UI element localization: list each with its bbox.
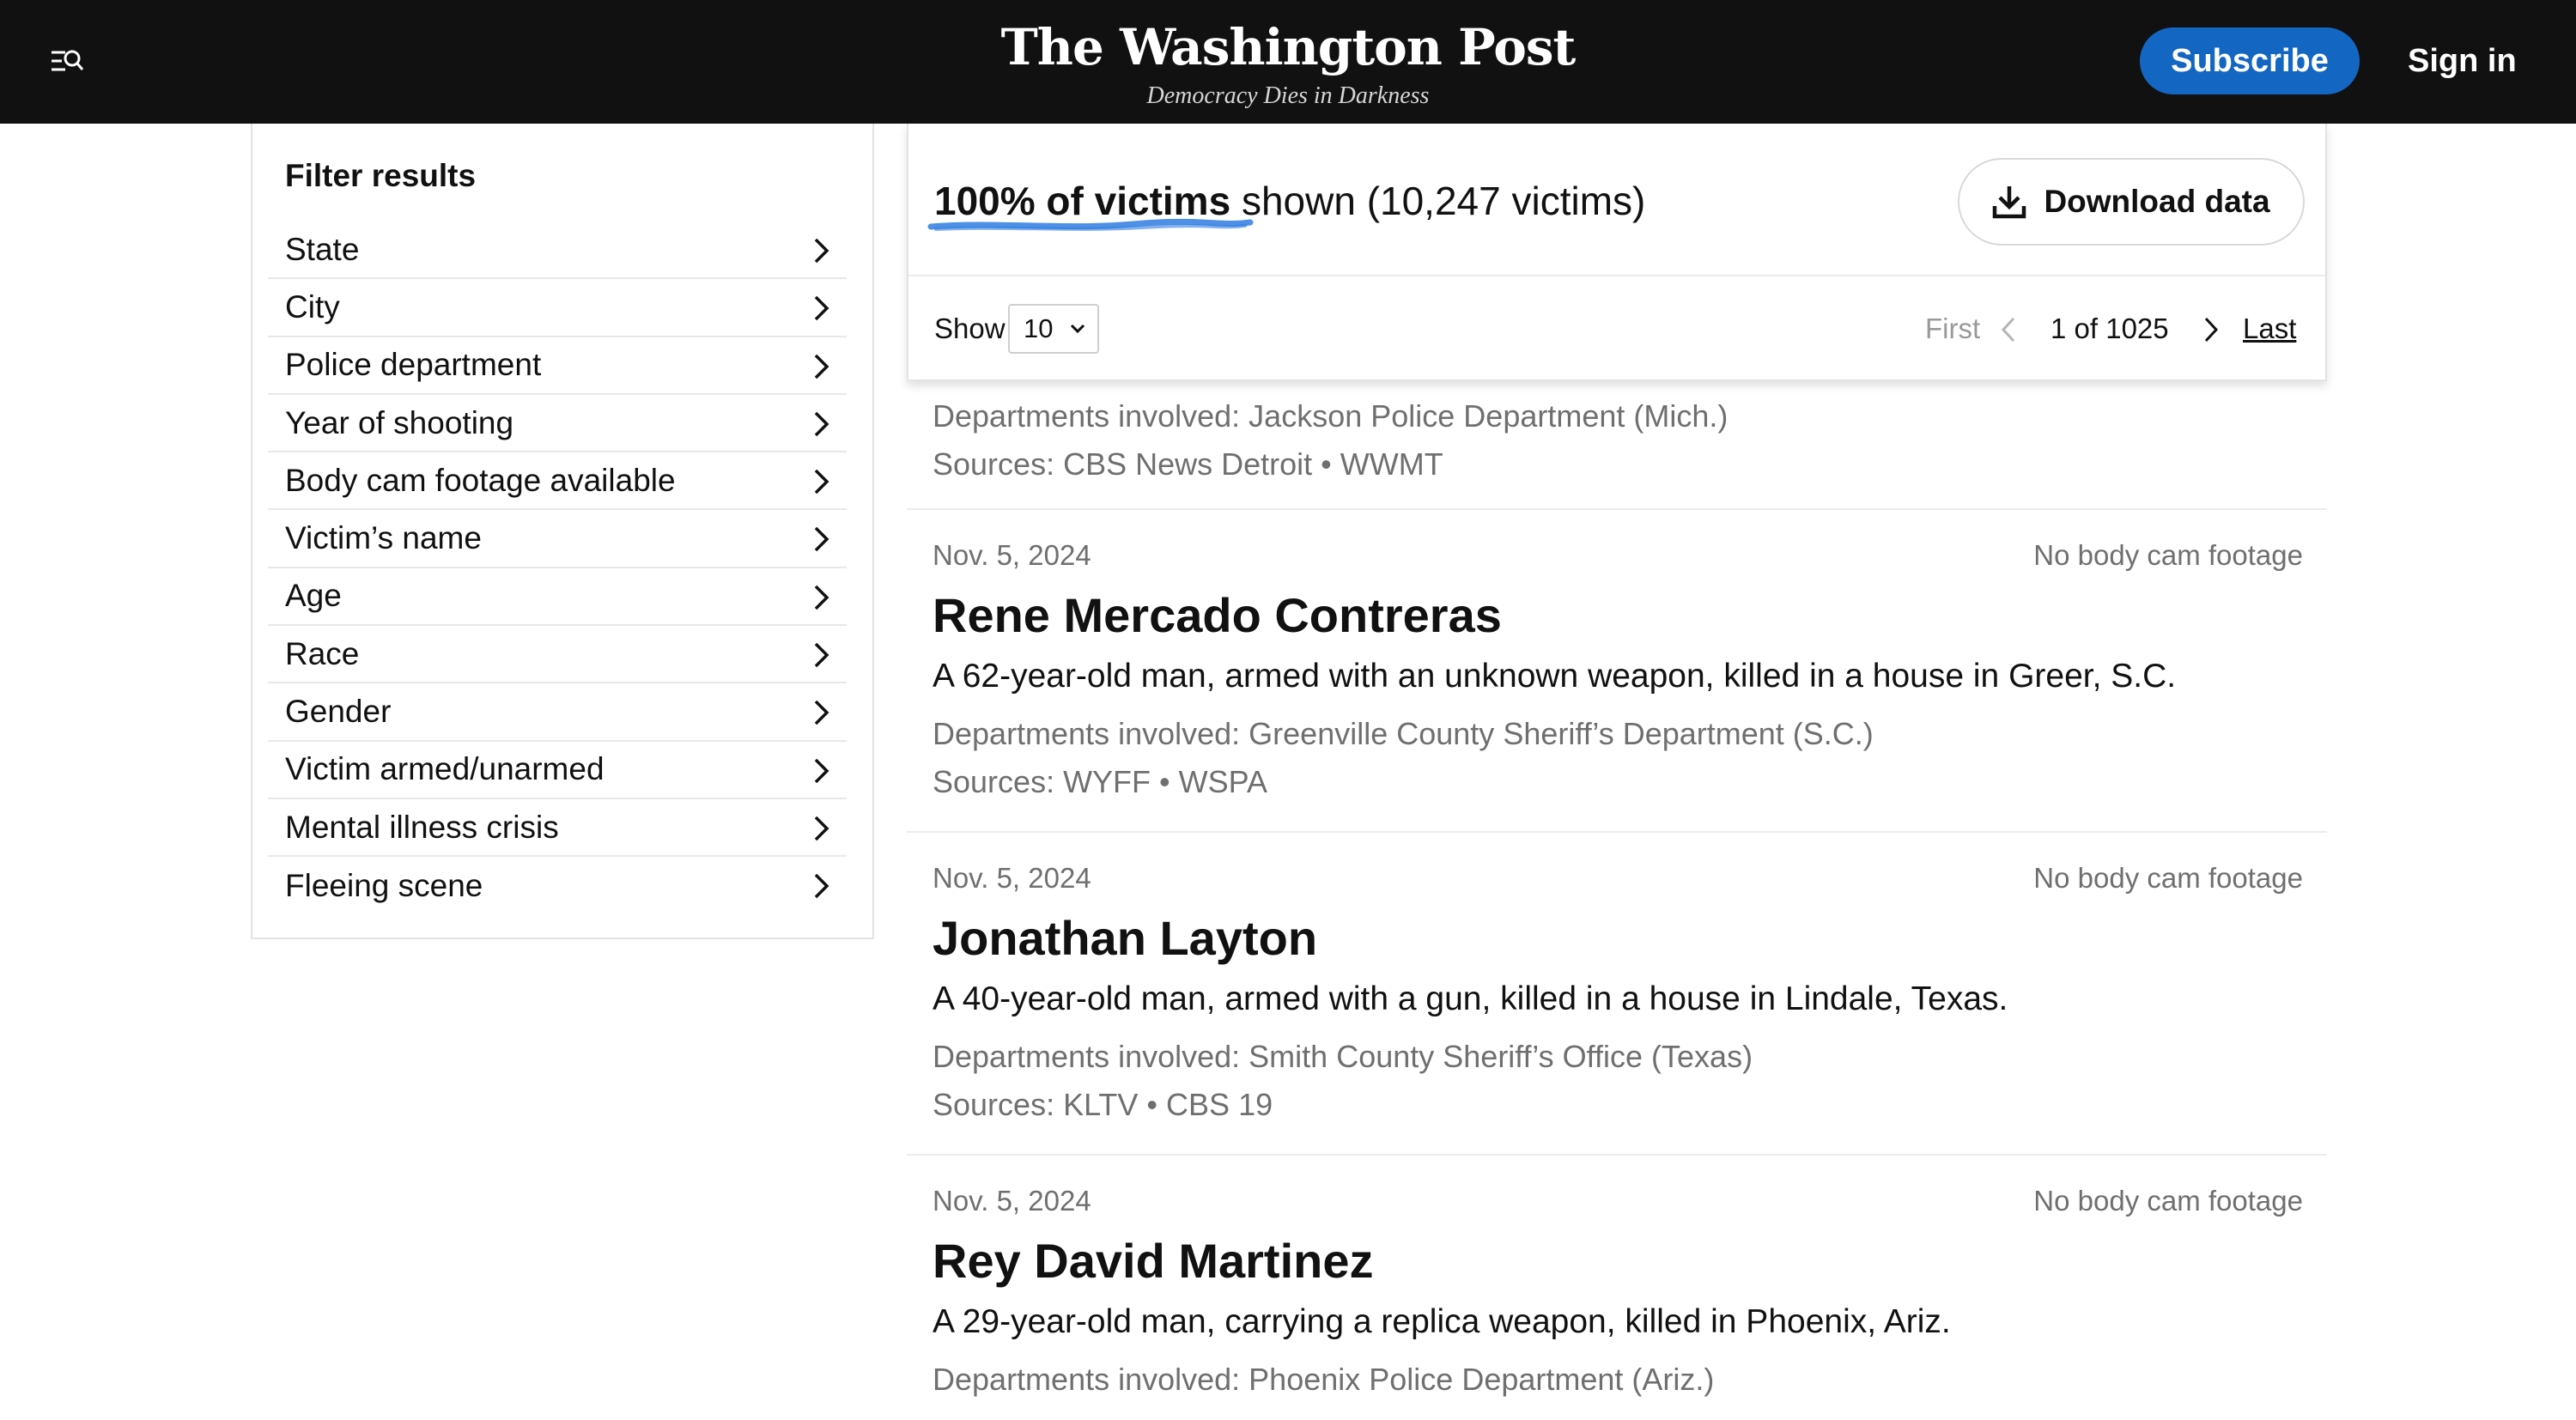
filter-item-label: Mental illness crisis [285,809,559,845]
chevron-right-icon [814,527,829,552]
filter-item[interactable]: Victim’s name [268,510,847,568]
entry-date: Nov. 5, 2024 [933,539,1091,571]
filter-item[interactable]: Victim armed/unarmed [268,742,847,799]
download-data-button[interactable]: Download data [1958,158,2305,246]
chevron-right-icon [814,238,829,264]
chevron-right-icon[interactable] [2202,316,2221,343]
entry-description: A 40-year-old man, armed with a gun, kil… [933,980,2008,1017]
chevron-right-icon [814,758,829,783]
body-cam-status: No body cam footage [2033,539,2303,571]
chevron-right-icon [814,874,829,899]
last-page-link[interactable]: Last [2243,307,2296,350]
entry-departments: Departments involved: Jackson Police Dep… [933,398,1728,434]
sign-in-link[interactable]: Sign in [2408,38,2517,84]
results-summary: 100% of victims shown (10,247 victims) D… [907,124,2327,381]
filter-item-label: Race [285,635,360,671]
filter-panel-title: Filter results [285,158,477,193]
entry-sources: Sources: WYFF • WSPA [933,764,1267,799]
page-size-value: 10 [1024,313,1054,343]
download-icon [1993,186,2026,219]
body-cam-status: No body cam footage [2033,862,2303,894]
chevron-right-icon [814,354,829,379]
entry-departments: Departments involved: Phoenix Police Dep… [933,1362,1715,1397]
entry-description: A 29-year-old man, carrying a replica we… [933,1303,1951,1340]
filter-item-label: Year of shooting [285,404,514,440]
filter-item[interactable]: Police department [268,337,847,395]
filter-item-label: Police department [285,347,542,383]
chevron-right-icon [814,585,829,610]
chevron-down-icon [1070,324,1085,334]
filter-item-label: City [285,288,340,325]
download-data-label: Download data [2044,184,2270,219]
chevron-right-icon [814,296,829,321]
shown-count-text: shown (10,247 victims) [1230,179,1646,223]
filter-panel: Filter results State City Police departmen… [251,124,874,939]
filter-item[interactable]: Gender [268,683,847,742]
entry-departments: Departments involved: Smith County Sheri… [933,1039,1753,1074]
filter-item-label: Fleeing scene [285,867,483,903]
filter-item[interactable]: Age [268,568,847,627]
filter-item-label: Victim armed/unarmed [285,751,605,787]
filter-item[interactable]: Race [268,626,847,684]
chevron-left-icon[interactable] [1999,316,2018,343]
chevron-right-icon [814,642,829,668]
chevron-right-icon [814,701,829,725]
entry-sources: Sources: CBS News Detroit • WWMT [933,446,1443,482]
chevron-right-icon [814,411,829,437]
pagination-bar: Show 10 First 1 of 1025 Last [908,278,2325,379]
entry-description: A 62-year-old man, armed with an unknown… [933,658,2177,695]
filter-item-label: Gender [285,694,392,730]
entry-date: Nov. 5, 2024 [933,1185,1091,1217]
site-header: The Washington Post Democracy Dies in Da… [0,0,2576,124]
percent-shown-label: 100% of victims [927,179,1254,231]
body-cam-status: No body cam footage [2033,1185,2303,1217]
page-size-select[interactable]: 10 [1008,304,1099,354]
filter-item[interactable]: Fleeing scene [268,857,847,914]
chevron-right-icon [814,816,829,841]
results-count: 100% of victims shown (10,247 victims) [927,177,1646,231]
victim-name: Rene Mercado Contreras [933,588,1502,642]
filter-item-label: Body cam footage available [285,462,676,498]
filter-list: State City Police department Year of shooti… [268,221,847,915]
entry-sources: Sources: KLTV • CBS 19 [933,1087,1273,1122]
filter-item[interactable]: Body cam footage available [268,452,847,511]
list-item: Nov. 5, 2024 No body cam footage Rey Dav… [907,1154,2327,1420]
list-item: Nov. 5, 2024 No body cam footage Jonatha… [907,831,2327,1154]
filter-item-label: Age [285,578,342,614]
highlight-scribble [927,218,1254,231]
show-label: Show [934,313,1005,344]
filter-item[interactable]: Mental illness crisis [268,799,847,858]
page-status: 1 of 1025 [2050,313,2169,344]
victim-name: Jonathan Layton [933,911,1318,965]
filter-item-label: State [285,231,360,267]
victim-name: Rey David Martinez [933,1234,1374,1288]
first-page-link[interactable]: First [1925,307,1980,350]
filter-item[interactable]: State [268,221,847,280]
filter-item-label: Victim’s name [285,520,482,556]
list-item: Nov. 5, 2024 No body cam footage Rene Me… [907,508,2327,831]
filter-item[interactable]: Year of shooting [268,395,847,453]
entry-date: Nov. 5, 2024 [933,862,1091,894]
filter-item[interactable]: City [268,279,847,337]
entry-departments: Departments involved: Greenville County … [933,716,1874,751]
subscribe-button[interactable]: Subscribe [2140,27,2360,94]
chevron-right-icon [814,469,829,495]
summary-header: 100% of victims shown (10,247 victims) D… [908,124,2325,276]
